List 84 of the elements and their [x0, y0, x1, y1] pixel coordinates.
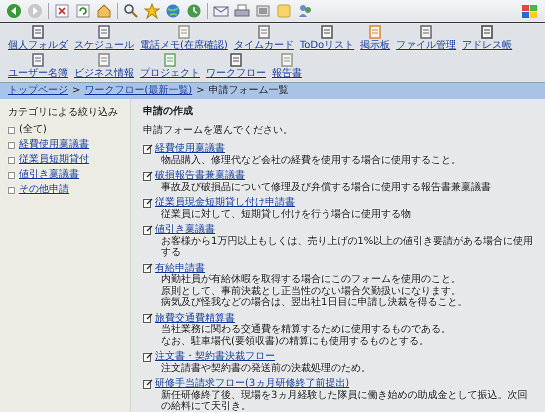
form-link[interactable]: 破損報告書兼稟議書 — [155, 170, 245, 182]
document-icon — [480, 25, 494, 39]
breadcrumb-current: 申請フォーム一覧 — [208, 85, 289, 97]
document-icon — [419, 25, 434, 39]
form-description: 病気及び怪我などの場合は、翌出社1日目に申請し決裁を得ること。 — [160, 297, 468, 308]
note-icon[interactable] — [276, 3, 292, 19]
category-link[interactable]: 値引き稟議書 — [19, 169, 79, 181]
document-icon — [97, 53, 111, 67]
stop-icon[interactable] — [54, 3, 70, 19]
form-description: 内勤社員が有給休暇を取得する場合にこのフォームを使用のこと。 — [160, 274, 462, 286]
category-label[interactable]: (全て) — [19, 124, 47, 136]
document-icon — [229, 53, 243, 67]
star-icon[interactable] — [144, 3, 160, 19]
document-icon — [320, 25, 334, 39]
back-icon[interactable] — [6, 3, 22, 19]
bullet-icon — [8, 172, 15, 178]
nav-link[interactable]: 電話メモ(在席確認) — [140, 25, 228, 52]
printer-icon[interactable] — [234, 3, 250, 19]
nav-link[interactable]: タイムカード — [234, 25, 294, 52]
form-description: 新任研修終了後、現場を3ヵ月経験した隊員に働き始めの助成金として振込。次回の給料にて天引き。 — [160, 390, 528, 412]
document-icon — [368, 25, 382, 39]
globe-icon[interactable] — [165, 3, 181, 19]
form-description: 物品購入、修理代など会社の経費を使用する場合に使用すること。 — [160, 154, 462, 166]
category-link[interactable]: その他申請 — [19, 184, 69, 196]
nav-link[interactable]: ユーザー名簿 — [8, 53, 68, 80]
pencil-note-icon — [143, 144, 153, 154]
form-description: 事故及び破損品について修理及び弁償する場合に使用する報告書兼稟議書 — [160, 182, 492, 193]
pencil-note-icon — [143, 378, 153, 389]
form-link[interactable]: 注文書・契約書決裁フロー — [155, 351, 275, 362]
form-link[interactable]: 経費使用稟議書 — [155, 143, 225, 154]
document-icon — [97, 25, 111, 39]
form-description: 従業員に対して、短期貸し付けを行う場合に使用する物 — [160, 208, 412, 220]
form-description: 当社業務に関わる交通費を精算するために使用するものである。 — [160, 324, 452, 336]
people-icon[interactable] — [297, 3, 313, 19]
nav-link[interactable]: 掲示板 — [360, 25, 390, 52]
windows-logo-icon[interactable] — [521, 3, 539, 19]
nav-link[interactable]: ToDoリスト — [300, 25, 354, 52]
form-link[interactable]: 従業員現金短期貸し付け申請書 — [155, 197, 295, 208]
form-description: 注文請書や契約書の発送前の決裁処理のため。 — [160, 362, 372, 374]
clock-icon[interactable] — [186, 3, 202, 19]
document-icon — [176, 25, 191, 39]
document-icon — [256, 25, 271, 39]
form-link[interactable]: 旅費交通費精算書 — [155, 312, 235, 324]
form-description: なお、駐車場代(要領収書)の精算にも使用するものとする。 — [160, 336, 430, 347]
breadcrumb-link[interactable]: ワークフロー(最新一覧) — [84, 85, 192, 97]
document-icon — [280, 53, 294, 67]
form-description: お客様から1万円以上もしくは、売り上げの1%以上の値引き要請がある場合に使用する — [160, 236, 534, 258]
category-link[interactable]: 従業員短期貸付 — [19, 154, 89, 166]
bullet-icon — [8, 126, 15, 134]
breadcrumb-separator: > — [196, 85, 205, 97]
form-link[interactable]: 有給申請書 — [155, 262, 205, 274]
nav-link[interactable]: スケジュール — [74, 25, 134, 52]
category-link[interactable]: 経費使用稟議書 — [19, 139, 89, 151]
home-icon[interactable] — [96, 3, 112, 19]
form-link[interactable]: 研修手当請求フロー(3ヵ月研修終了前提出) — [155, 378, 350, 390]
breadcrumb-separator: > — [72, 85, 80, 97]
pencil-note-icon — [143, 313, 153, 324]
form-description: 原則として、事前決裁とし正当性のない場合欠勤扱いになります。 — [160, 286, 462, 296]
pencil-note-icon — [143, 170, 153, 181]
pencil-note-icon — [143, 198, 153, 208]
bullet-icon — [8, 186, 15, 194]
bullet-icon — [8, 142, 15, 148]
pencil-note-icon — [143, 352, 153, 362]
sidebar-title: カテゴリによる絞り込み — [8, 107, 119, 119]
window-icon[interactable] — [255, 3, 271, 19]
section-title: 申請の作成 — [143, 106, 194, 118]
refresh-icon[interactable] — [75, 3, 91, 19]
nav-link[interactable]: 報告書 — [272, 53, 302, 80]
nav-link[interactable]: ファイル管理 — [396, 25, 456, 52]
document-icon — [31, 53, 45, 67]
nav-link[interactable]: ビジネス情報 — [74, 53, 134, 80]
form-link[interactable]: 値引き稟議書 — [155, 224, 215, 236]
pencil-note-icon — [143, 263, 153, 274]
bullet-icon — [8, 156, 15, 164]
breadcrumb-link[interactable]: トップページ — [8, 85, 68, 97]
search-icon[interactable] — [123, 3, 139, 19]
nav-link[interactable]: アドレス帳 — [462, 25, 512, 52]
instruction-text: 申請フォームを選んでください。 — [143, 124, 294, 136]
pencil-note-icon — [143, 224, 153, 235]
document-icon — [31, 25, 45, 39]
nav-link[interactable]: 個人フォルダ — [8, 25, 68, 52]
document-icon — [163, 53, 177, 67]
nav-link[interactable]: プロジェクト — [140, 53, 200, 80]
nav-link[interactable]: ワークフロー — [206, 53, 266, 80]
